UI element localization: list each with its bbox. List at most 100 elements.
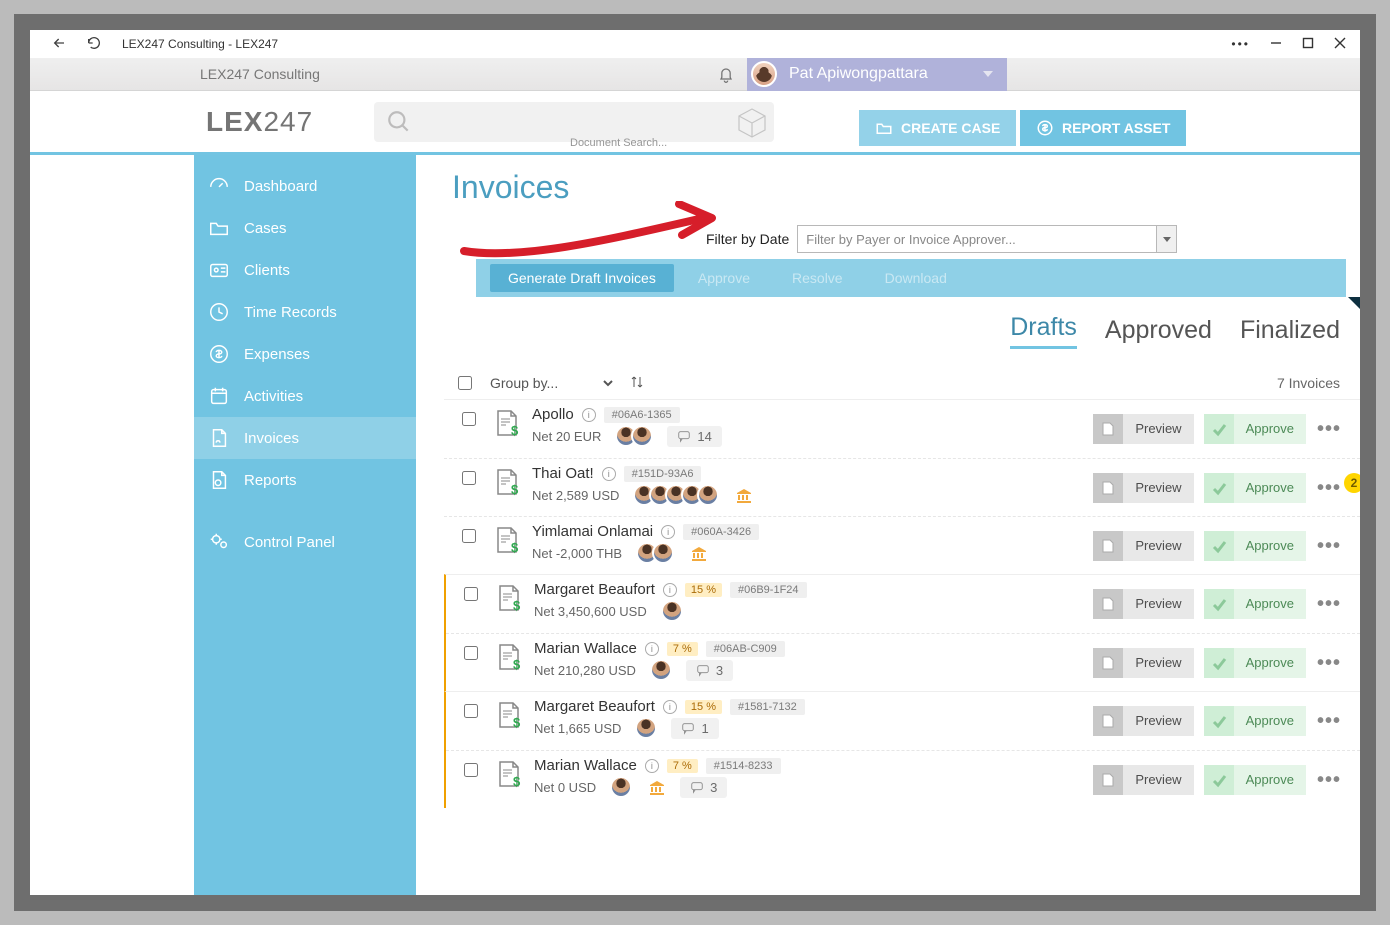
- approve-button[interactable]: Approve: [1204, 589, 1306, 619]
- approve-button[interactable]: Approve: [1204, 648, 1306, 678]
- bank-icon: [648, 778, 666, 796]
- comments-badge[interactable]: 1: [671, 718, 718, 739]
- info-icon[interactable]: i: [582, 408, 596, 422]
- invoice-list: $Apolloi#06A6-1365Net 20 EUR14PreviewApp…: [444, 399, 1360, 895]
- filter-combo[interactable]: Filter by Payer or Invoice Approver...: [797, 225, 1177, 253]
- row-more-icon[interactable]: •••: [1316, 769, 1342, 792]
- minimize-icon[interactable]: [1270, 37, 1282, 52]
- preview-button[interactable]: Preview: [1093, 473, 1193, 503]
- select-all-checkbox[interactable]: [458, 376, 472, 390]
- sidebar-item-cases[interactable]: Cases: [194, 207, 416, 249]
- invoice-net: Net -2,000 THB: [532, 546, 622, 561]
- sidebar-item-clients[interactable]: Clients: [194, 249, 416, 291]
- tab-finalized[interactable]: Finalized: [1240, 316, 1340, 349]
- row-checkbox[interactable]: [464, 646, 478, 660]
- comments-badge[interactable]: 3: [686, 660, 733, 681]
- sidebar-item-activities[interactable]: Activities: [194, 375, 416, 417]
- comments-badge[interactable]: 3: [680, 777, 727, 798]
- preview-button[interactable]: Preview: [1093, 589, 1193, 619]
- invoice-net: Net 2,589 USD: [532, 488, 619, 503]
- row-more-icon[interactable]: •••: [1316, 652, 1342, 675]
- maximize-icon[interactable]: [1302, 37, 1314, 52]
- approve-button[interactable]: Approve: [1204, 414, 1306, 444]
- invoice-net: Net 20 EUR: [532, 429, 601, 444]
- approve-button[interactable]: Approve: [1204, 531, 1306, 561]
- row-checkbox[interactable]: [464, 587, 478, 601]
- approve-button[interactable]: Approve: [1204, 706, 1306, 736]
- preview-button[interactable]: Preview: [1093, 765, 1193, 795]
- svg-text:$: $: [513, 657, 521, 672]
- sidebar-item-expenses[interactable]: Expenses: [194, 333, 416, 375]
- row-checkbox[interactable]: [462, 471, 476, 485]
- approve-button[interactable]: Approve: [680, 264, 768, 292]
- svg-text:$: $: [511, 482, 519, 497]
- sidebar-item-control-panel[interactable]: Control Panel: [194, 521, 416, 563]
- report-asset-button[interactable]: REPORT ASSET: [1020, 110, 1186, 146]
- row-more-icon[interactable]: •••: [1316, 710, 1342, 733]
- preview-button[interactable]: Preview: [1093, 706, 1193, 736]
- notification-badge: 2: [1344, 473, 1360, 493]
- comments-badge[interactable]: 14: [667, 426, 721, 447]
- info-icon[interactable]: i: [663, 700, 677, 714]
- tab-drafts[interactable]: Drafts: [1010, 313, 1077, 349]
- approve-button[interactable]: Approve: [1204, 473, 1306, 503]
- sort-icon[interactable]: [630, 375, 644, 392]
- row-checkbox[interactable]: [464, 763, 478, 777]
- info-icon[interactable]: i: [663, 583, 677, 597]
- invoice-net: Net 210,280 USD: [534, 663, 636, 678]
- app-window: LEX247 Consulting - LEX247 ••• LEX247 Co…: [30, 30, 1360, 895]
- sidebar-item-time-records[interactable]: Time Records: [194, 291, 416, 333]
- create-case-button[interactable]: CREATE CASE: [859, 110, 1016, 146]
- invoice-count: 7 Invoices: [1277, 375, 1340, 391]
- page-title: Invoices: [452, 169, 1360, 206]
- row-more-icon[interactable]: •••: [1316, 418, 1342, 441]
- invoice-row: $Marian Wallacei7 %#1514-8233Net 0 USD3P…: [446, 750, 1360, 808]
- download-button[interactable]: Download: [867, 264, 965, 292]
- group-by-select[interactable]: Group by...: [486, 374, 616, 392]
- search-input[interactable]: [374, 102, 774, 142]
- row-checkbox[interactable]: [462, 412, 476, 426]
- info-icon[interactable]: i: [602, 467, 616, 481]
- info-icon[interactable]: i: [645, 759, 659, 773]
- invoice-code: #060A-3426: [683, 524, 759, 540]
- generate-draft-button[interactable]: Generate Draft Invoices: [490, 264, 674, 292]
- info-icon[interactable]: i: [661, 525, 675, 539]
- resolve-button[interactable]: Resolve: [774, 264, 861, 292]
- row-more-icon[interactable]: •••: [1316, 535, 1342, 558]
- invoice-name: Marian Wallace: [534, 640, 637, 657]
- more-icon[interactable]: •••: [1231, 37, 1250, 51]
- invoice-row: $Yimlamai Onlamaii#060A-3426Net -2,000 T…: [444, 516, 1360, 574]
- invoice-doc-icon: $: [492, 408, 528, 442]
- refresh-icon[interactable]: [86, 35, 102, 54]
- invoice-group: $Apolloi#06A6-1365Net 20 EUR14PreviewApp…: [444, 399, 1360, 574]
- sidebar-item-dashboard[interactable]: Dashboard: [194, 165, 416, 207]
- dollar-circle-icon: [1036, 119, 1054, 137]
- preview-button[interactable]: Preview: [1093, 648, 1193, 678]
- list-header: Group by... 7 Invoices: [458, 369, 1340, 397]
- row-checkbox[interactable]: [464, 704, 478, 718]
- search-icon: [386, 109, 412, 135]
- info-icon[interactable]: i: [645, 642, 659, 656]
- preview-button[interactable]: Preview: [1093, 414, 1193, 444]
- percent-badge: 15 %: [685, 700, 722, 714]
- close-icon[interactable]: [1334, 37, 1346, 52]
- back-icon[interactable]: [52, 35, 68, 54]
- row-checkbox[interactable]: [462, 529, 476, 543]
- approve-button[interactable]: Approve: [1204, 765, 1306, 795]
- topbar: LEX247 Consulting Pat Apiwongpattara: [30, 58, 1360, 91]
- row-more-icon[interactable]: •••: [1316, 477, 1342, 500]
- chevron-down-icon: [1156, 226, 1176, 252]
- package-icon[interactable]: [734, 104, 770, 140]
- invoice-name: Apollo: [532, 406, 574, 423]
- bell-icon[interactable]: [713, 61, 739, 87]
- invoice-doc-icon: $: [494, 642, 530, 676]
- tab-approved[interactable]: Approved: [1105, 316, 1212, 349]
- row-more-icon[interactable]: •••: [1316, 593, 1342, 616]
- invoice-row: $Marian Wallacei7 %#06AB-C909Net 210,280…: [446, 633, 1360, 691]
- chevron-down-icon: [983, 71, 993, 77]
- invoice-group: $Margaret Beauforti15 %#1581-7132Net 1,6…: [444, 691, 1360, 808]
- sidebar-item-invoices[interactable]: Invoices: [194, 417, 416, 459]
- preview-button[interactable]: Preview: [1093, 531, 1193, 561]
- sidebar-item-reports[interactable]: Reports: [194, 459, 416, 501]
- user-menu[interactable]: Pat Apiwongpattara: [747, 58, 1007, 91]
